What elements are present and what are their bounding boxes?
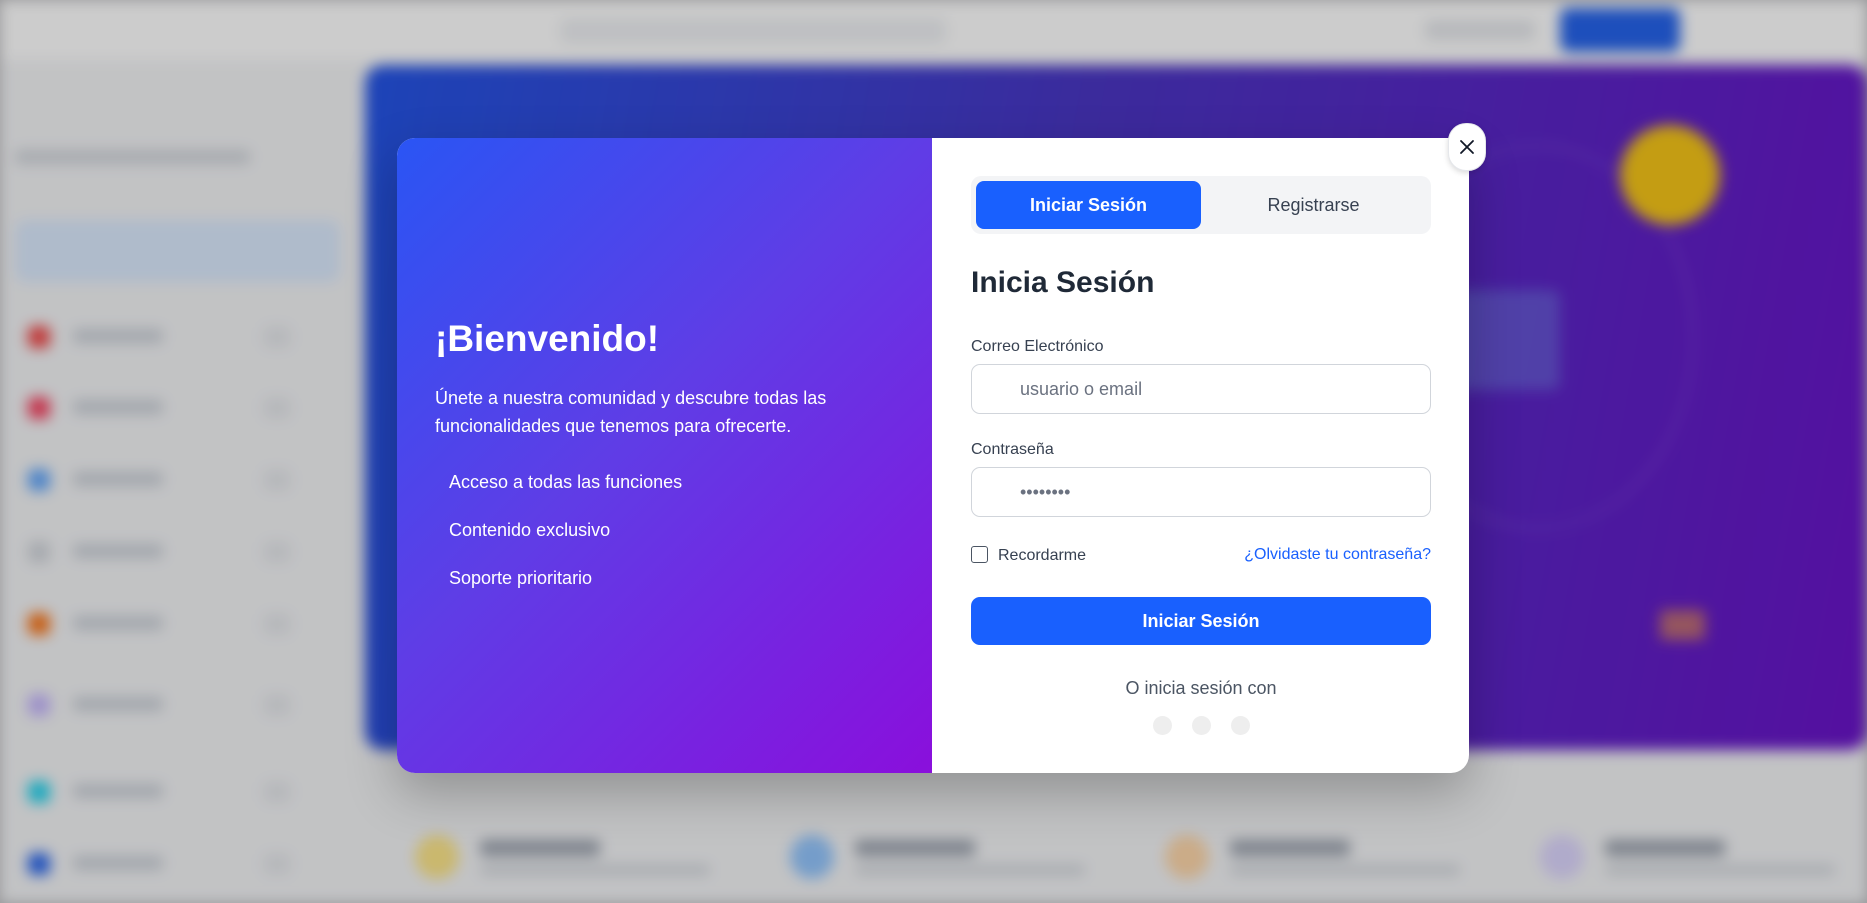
close-button[interactable]: [1448, 123, 1486, 171]
password-value: ••••••••: [1020, 482, 1071, 502]
social-login-icon[interactable]: [1231, 716, 1250, 735]
social-login-text: O inicia sesión con: [1125, 678, 1277, 698]
auth-modal: ¡Bienvenido! Únete a nuestra comunidad y…: [397, 138, 1469, 773]
tab-login[interactable]: Iniciar Sesión: [976, 181, 1201, 229]
password-field[interactable]: ••••••••: [971, 467, 1431, 517]
remember-me[interactable]: Recordarme: [971, 546, 1086, 565]
close-icon: [1460, 140, 1474, 154]
email-label: Correo Electrónico: [971, 338, 1104, 355]
login-panel: Iniciar Sesión Registrarse Inicia Sesión…: [932, 138, 1469, 773]
remember-label: Recordarme: [998, 547, 1087, 564]
social-login-icon[interactable]: [1192, 716, 1211, 735]
feature-list: Acceso a todas las funciones Contenido e…: [449, 470, 682, 614]
feature-item: Acceso a todas las funciones: [449, 472, 683, 492]
email-placeholder: usuario o email: [1020, 379, 1143, 399]
lock-icon: [988, 482, 1008, 502]
forgot-password-link[interactable]: ¿Olvidaste tu contraseña?: [1244, 546, 1431, 564]
user-icon: [988, 379, 1008, 399]
feature-item: Soporte prioritario: [449, 568, 593, 588]
social-login-icon[interactable]: [1153, 716, 1172, 735]
tab-register[interactable]: Registrarse: [1201, 181, 1426, 229]
email-field[interactable]: usuario o email: [971, 364, 1431, 414]
feature-item: Contenido exclusivo: [449, 520, 611, 540]
login-submit-button[interactable]: Iniciar Sesión: [971, 597, 1431, 645]
welcome-description: Únete a nuestra comunidad y descubre tod…: [435, 388, 827, 436]
social-login-buttons: [1153, 716, 1250, 735]
form-title: Inicia Sesión: [971, 266, 1155, 299]
remember-checkbox[interactable]: [971, 546, 988, 563]
welcome-panel: ¡Bienvenido! Únete a nuestra comunidad y…: [397, 138, 932, 773]
welcome-title: ¡Bienvenido!: [435, 318, 660, 359]
auth-tabs: Iniciar Sesión Registrarse: [971, 176, 1431, 234]
password-label: Contraseña: [971, 441, 1054, 458]
